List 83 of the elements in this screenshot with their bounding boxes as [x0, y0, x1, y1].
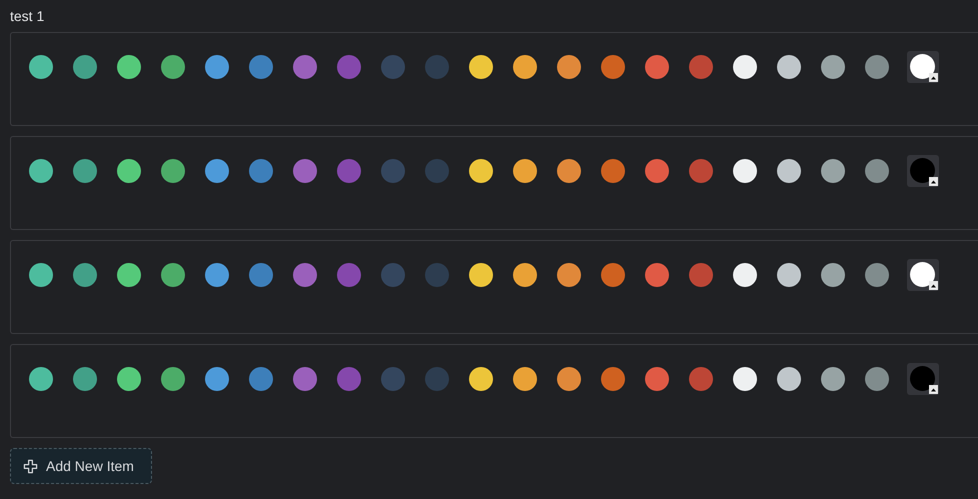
color-swatch[interactable] [337, 159, 361, 183]
color-swatch[interactable] [557, 159, 581, 183]
color-swatch[interactable] [73, 159, 97, 183]
color-swatch[interactable] [381, 367, 405, 391]
color-swatch[interactable] [117, 55, 141, 79]
color-swatch[interactable] [689, 263, 713, 287]
color-swatch[interactable] [73, 367, 97, 391]
color-swatch[interactable] [557, 55, 581, 79]
color-swatch[interactable] [205, 159, 229, 183]
color-swatch[interactable] [249, 263, 273, 287]
color-swatch[interactable] [469, 367, 493, 391]
section-title: test 1 [10, 8, 44, 24]
color-swatch[interactable] [689, 367, 713, 391]
color-swatch[interactable] [689, 159, 713, 183]
color-swatch[interactable] [733, 159, 757, 183]
add-new-item-button[interactable]: Add New Item [10, 448, 152, 484]
color-swatch[interactable] [425, 367, 449, 391]
color-swatch[interactable] [469, 263, 493, 287]
color-swatch[interactable] [733, 55, 757, 79]
color-swatch[interactable] [777, 263, 801, 287]
color-swatch[interactable] [821, 55, 845, 79]
color-swatch[interactable] [337, 263, 361, 287]
color-swatch[interactable] [469, 55, 493, 79]
color-swatch[interactable] [821, 367, 845, 391]
color-swatch[interactable] [337, 367, 361, 391]
color-swatch[interactable] [601, 263, 625, 287]
color-swatch[interactable] [645, 263, 669, 287]
color-swatch[interactable] [293, 367, 317, 391]
color-swatch[interactable] [865, 263, 889, 287]
color-swatch[interactable] [117, 367, 141, 391]
color-swatch[interactable] [161, 55, 185, 79]
color-swatch[interactable] [293, 55, 317, 79]
color-swatch[interactable] [601, 55, 625, 79]
color-swatch[interactable] [73, 55, 97, 79]
color-swatch[interactable] [29, 263, 53, 287]
color-swatch[interactable] [249, 367, 273, 391]
color-swatch[interactable] [293, 159, 317, 183]
color-swatch[interactable] [865, 55, 889, 79]
color-swatch[interactable] [821, 159, 845, 183]
color-swatch[interactable] [381, 55, 405, 79]
color-swatch[interactable] [733, 367, 757, 391]
color-swatch[interactable] [513, 159, 537, 183]
color-swatch[interactable] [865, 367, 889, 391]
color-swatch[interactable] [117, 263, 141, 287]
color-swatch[interactable] [425, 159, 449, 183]
color-swatch[interactable] [513, 55, 537, 79]
color-swatch[interactable] [161, 159, 185, 183]
color-swatch[interactable] [205, 367, 229, 391]
color-swatch[interactable] [29, 367, 53, 391]
plus-icon [23, 458, 38, 474]
color-swatch[interactable] [469, 159, 493, 183]
color-swatch[interactable] [249, 159, 273, 183]
color-swatch[interactable] [513, 367, 537, 391]
color-swatch[interactable] [557, 367, 581, 391]
color-swatch[interactable] [513, 263, 537, 287]
color-swatch[interactable] [249, 55, 273, 79]
color-swatch[interactable] [645, 159, 669, 183]
color-swatch[interactable] [821, 263, 845, 287]
color-swatch[interactable] [161, 367, 185, 391]
color-swatch[interactable] [601, 159, 625, 183]
color-swatch[interactable] [29, 55, 53, 79]
color-swatch[interactable] [777, 55, 801, 79]
color-swatch[interactable] [733, 263, 757, 287]
color-swatch[interactable] [337, 55, 361, 79]
color-swatch[interactable] [557, 263, 581, 287]
color-swatch[interactable] [29, 159, 53, 183]
color-swatch[interactable] [425, 263, 449, 287]
color-swatch[interactable] [381, 263, 405, 287]
color-swatch[interactable] [601, 367, 625, 391]
color-swatch[interactable] [161, 263, 185, 287]
color-swatch[interactable] [425, 55, 449, 79]
color-swatch[interactable] [645, 55, 669, 79]
color-swatch[interactable] [205, 55, 229, 79]
color-swatch[interactable] [293, 263, 317, 287]
color-swatch[interactable] [73, 263, 97, 287]
color-swatch[interactable] [381, 159, 405, 183]
color-swatch[interactable] [777, 159, 801, 183]
color-swatch[interactable] [777, 367, 801, 391]
color-swatch[interactable] [865, 159, 889, 183]
color-swatch[interactable] [689, 55, 713, 79]
color-swatch[interactable] [645, 367, 669, 391]
color-swatch[interactable] [117, 159, 141, 183]
color-swatch[interactable] [205, 263, 229, 287]
